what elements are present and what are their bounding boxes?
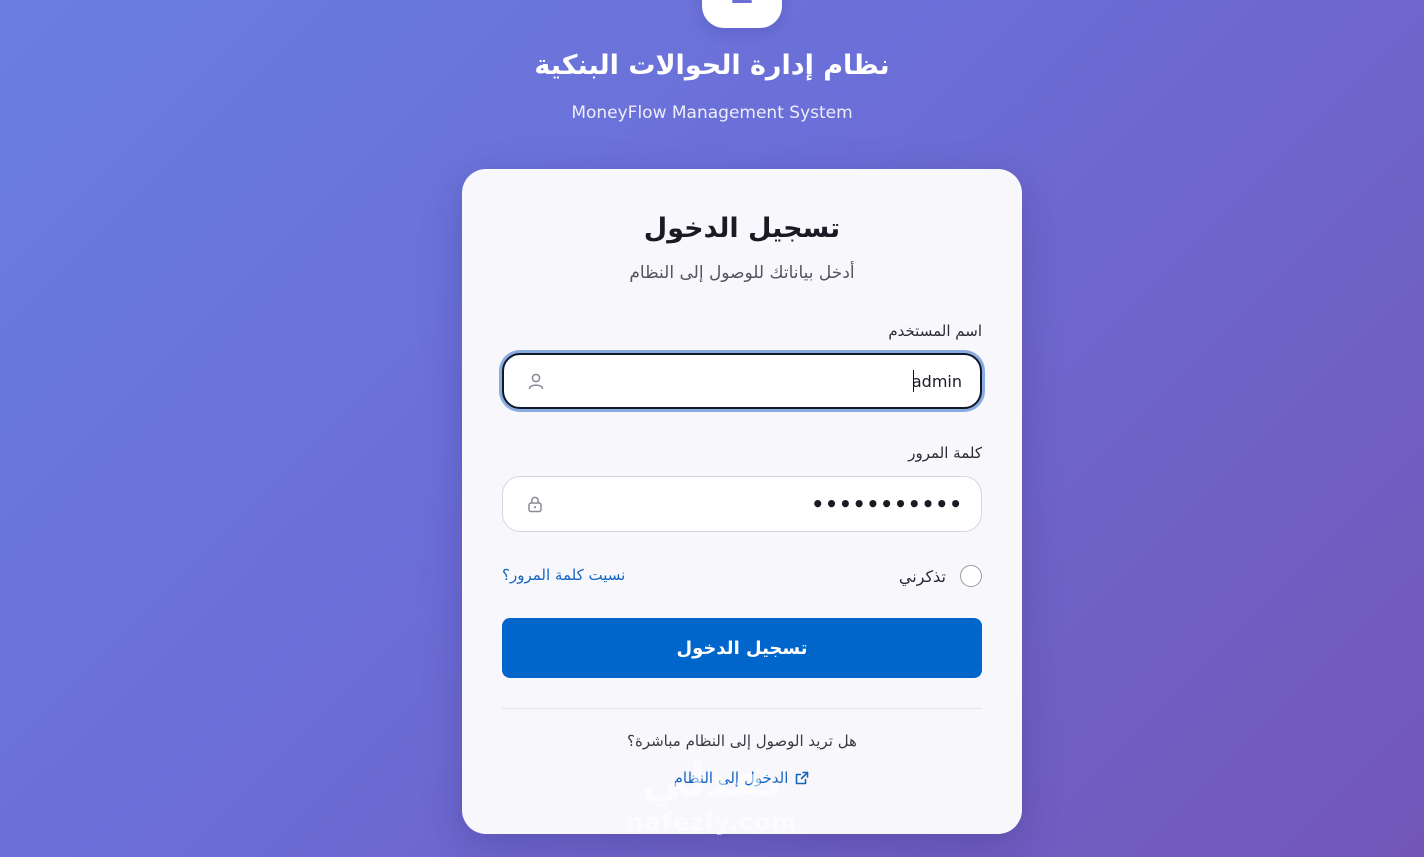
text-caret: [913, 370, 914, 392]
user-icon: [528, 373, 544, 390]
app-subtitle: MoneyFlow Management System: [571, 103, 853, 123]
login-card: تسجيل الدخول أدخل بياناتك للوصول إلى الن…: [462, 169, 1022, 834]
remember-me-label: تذكرني: [898, 566, 946, 586]
app-title: نظام إدارة الحوالات البنكية: [534, 50, 890, 81]
password-input[interactable]: [553, 477, 963, 531]
username-field-wrapper: [502, 353, 982, 409]
external-link-icon: [796, 771, 809, 785]
login-button[interactable]: تسجيل الدخول: [502, 618, 982, 678]
remember-me[interactable]: تذكرني: [899, 563, 982, 589]
direct-access-link[interactable]: الدخول إلى النظام: [462, 769, 1022, 787]
direct-access-label: الدخول إلى النظام: [673, 769, 789, 787]
password-field-wrapper: [502, 476, 982, 532]
password-label: كلمة المرور: [908, 444, 982, 462]
username-label: اسم المستخدم: [888, 322, 982, 340]
lock-icon: [528, 496, 542, 513]
forgot-password-link[interactable]: نسيت كلمة المرور؟: [502, 566, 625, 584]
logo-mark-icon: [732, 0, 752, 3]
divider: [502, 708, 982, 709]
direct-access-question: هل تريد الوصول إلى النظام مباشرة؟: [627, 732, 857, 750]
app-logo: [702, 0, 782, 28]
remember-me-checkbox[interactable]: [960, 565, 982, 587]
username-input[interactable]: [554, 355, 962, 407]
login-subtitle: أدخل بياناتك للوصول إلى النظام: [629, 263, 855, 283]
login-title: تسجيل الدخول: [643, 213, 841, 244]
